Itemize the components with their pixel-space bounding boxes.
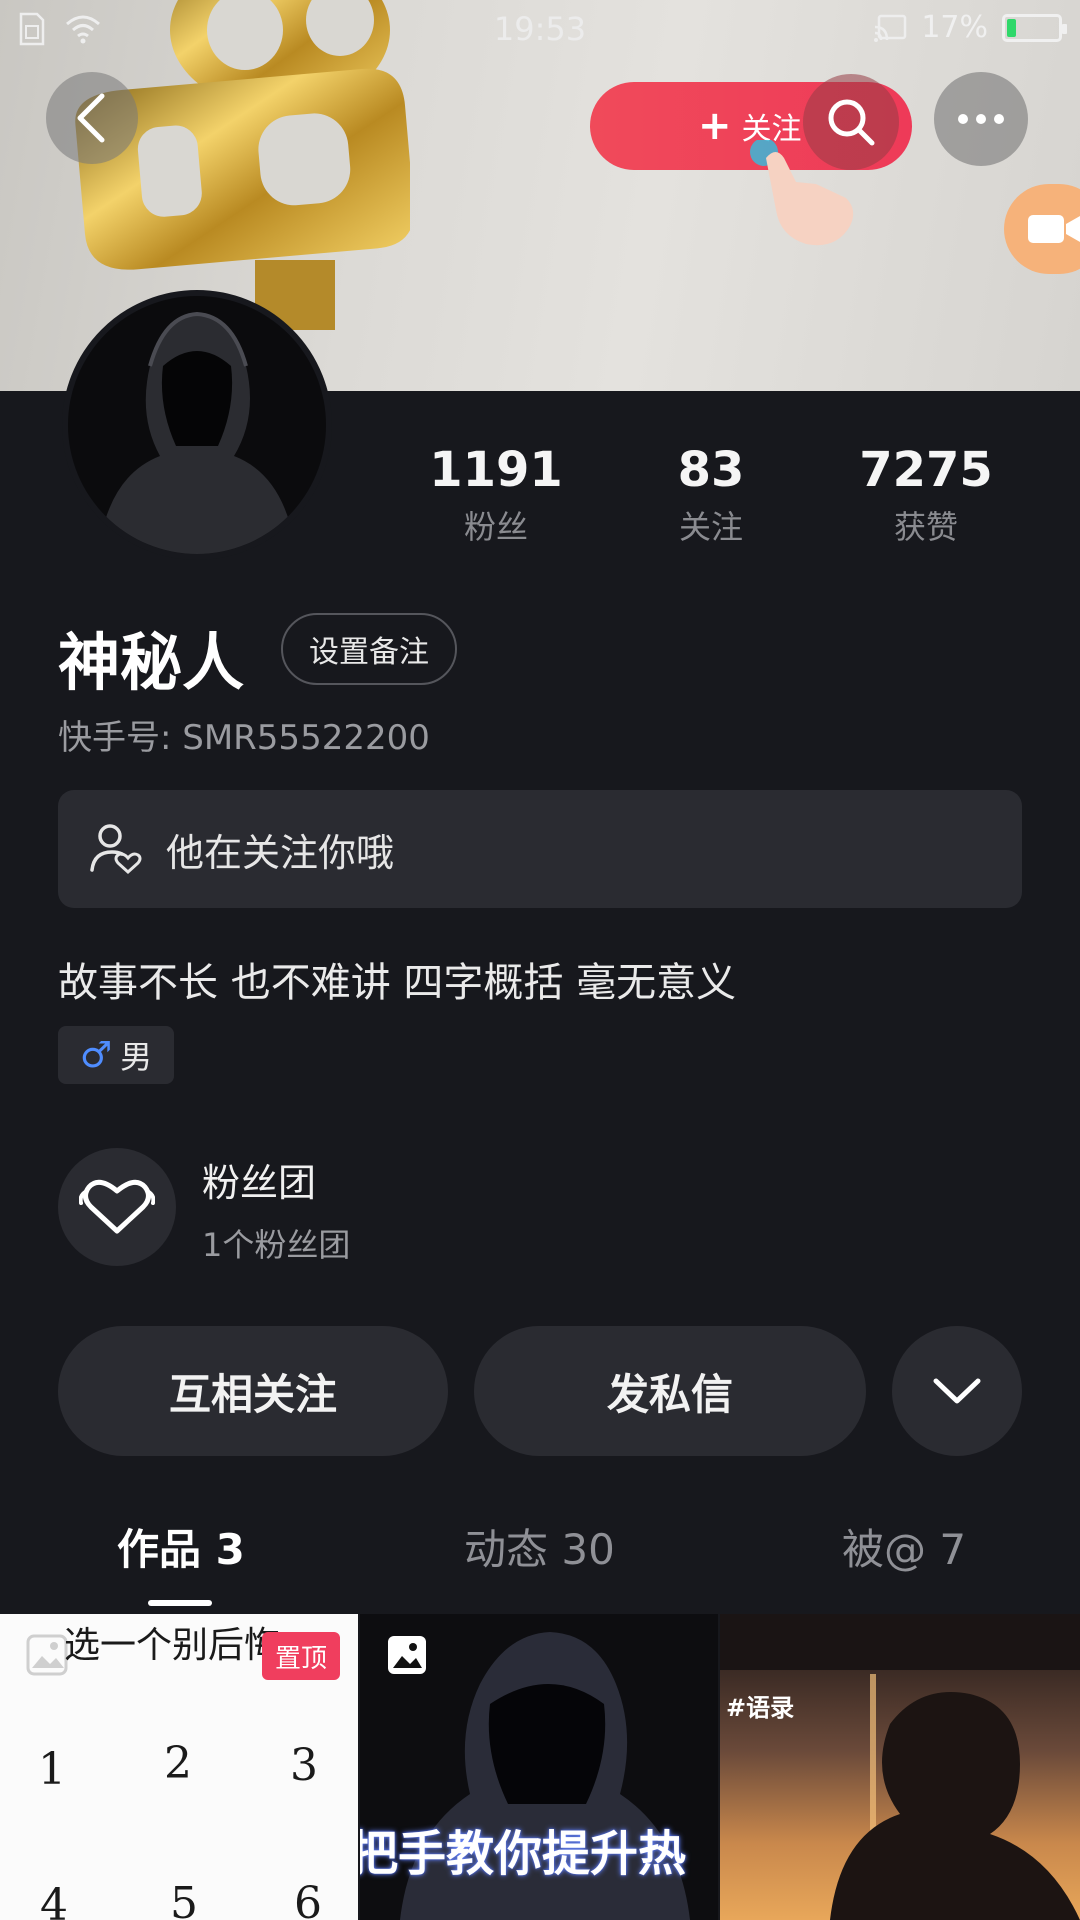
expand-button[interactable] [892,1326,1022,1456]
work-title: 选一个别后悔 [64,1625,281,1666]
work-caption: 把手教你提升热 [360,1826,687,1882]
pinned-badge: 置顶 [262,1632,340,1680]
tab-mentions[interactable]: 被@ 7 [842,1516,966,1577]
fan-group-button[interactable] [58,1148,176,1266]
kuaishou-id: 快手号: SMR55522200 [58,718,430,758]
image-icon [388,1636,426,1674]
likes-count: 7275 [859,442,993,498]
status-bar: 19:53 17% [0,0,1080,56]
work-thumbnail [720,1614,1080,1920]
number-cell: 1 [38,1744,66,1795]
plus-icon: + [698,103,732,149]
send-message-button[interactable]: 发私信 [474,1326,866,1456]
bio: 故事不长 也不难讲 四字概括 毫无意义 [58,960,737,1006]
number-cell: 2 [164,1738,192,1789]
following-label: 关注 [678,508,743,546]
followers-label: 粉丝 [463,508,528,546]
heart-icon [79,1179,155,1234]
work-item[interactable]: #语录 [720,1614,1080,1920]
chevron-left-icon [77,93,105,143]
following-count: 83 [677,442,745,498]
follows-you-text: 他在关注你哦 [166,830,395,875]
chevron-down-icon [933,1378,981,1404]
user-name: 神秘人 [58,626,245,699]
battery-icon [1002,13,1067,42]
tab-moments[interactable]: 动态 30 [464,1516,615,1577]
cast-icon [874,14,907,42]
number-cell: 3 [290,1740,318,1791]
content-tabs: 作品 3 动态 30 被@ 7 [0,1516,1080,1606]
user-heart-icon [90,824,142,875]
work-item[interactable]: 把手教你提升热 [360,1614,718,1920]
number-cell: 6 [294,1878,322,1920]
profile-stats: 1191 粉丝 83 关注 7275 获赞 [0,440,1080,550]
active-tab-indicator [148,1600,212,1606]
tab-works[interactable]: 作品 3 [117,1516,245,1577]
back-button[interactable] [46,72,138,164]
gender-badge: ♂ 男 [58,1026,174,1084]
likes-label: 获赞 [893,508,958,546]
works-grid: 选一个别后悔 置顶 1 2 3 4 5 6 把手教你提升热 #语录 [0,1614,1080,1920]
number-cell: 4 [40,1880,68,1920]
work-item[interactable]: 选一个别后悔 置顶 1 2 3 4 5 6 [0,1614,358,1920]
fan-group-title[interactable]: 粉丝团 [202,1152,316,1207]
more-options-button[interactable] [934,72,1028,166]
followers-count: 1191 [429,442,563,498]
image-icon [26,1634,68,1676]
battery-percent: 17% [921,10,988,45]
male-icon: ♂ [79,1034,113,1076]
gender-label: 男 [120,1038,153,1076]
follows-you-banner[interactable]: 他在关注你哦 [58,790,1022,908]
number-cell: 5 [170,1878,198,1920]
likes-stat[interactable]: 7275 获赞 [826,440,1026,548]
tap-hand-icon [750,140,854,246]
followers-stat[interactable]: 1191 粉丝 [396,440,596,548]
mutual-follow-button[interactable]: 互相关注 [58,1326,448,1456]
fan-group-count: 1个粉丝团 [202,1226,351,1264]
set-remark-button[interactable]: 设置备注 [281,613,457,685]
battery-level [1007,18,1016,37]
work-tag: #语录 [726,1694,795,1722]
video-camera-icon [1028,215,1080,243]
following-stat[interactable]: 83 关注 [611,440,811,548]
